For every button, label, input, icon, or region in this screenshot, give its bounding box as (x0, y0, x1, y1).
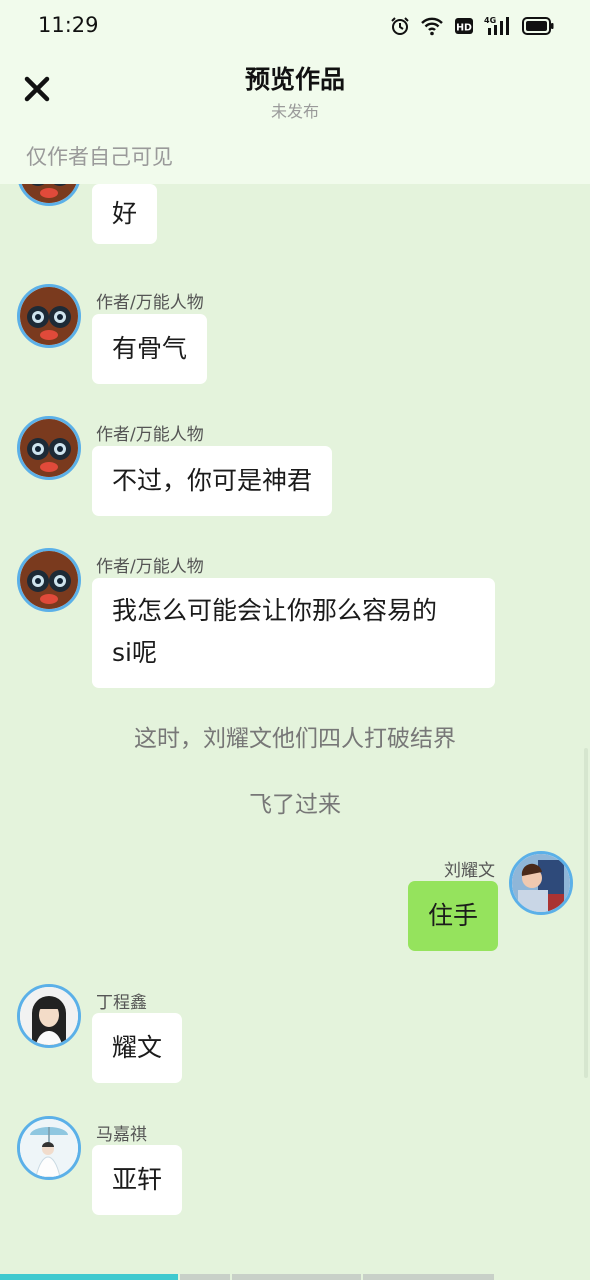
author-avatar[interactable] (17, 284, 81, 348)
sender-name: 刘耀文 (444, 861, 495, 881)
message-text: 亚轩 (112, 1165, 163, 1194)
header-bar: 11:29 HD 4G 预览作品 未发布 仅作者自己可见 (0, 0, 590, 184)
message-text-line: 我怎么可能会让你那么容易的 (112, 596, 438, 625)
progress-segment (180, 1274, 230, 1280)
character-avatar[interactable] (17, 1116, 81, 1180)
sender-name: 作者/万能人物 (96, 425, 204, 445)
wifi-icon (420, 16, 444, 36)
status-time: 11:29 (38, 13, 99, 37)
author-avatar[interactable] (17, 416, 81, 480)
alarm-icon (390, 16, 410, 36)
chat-area[interactable]: 好 作者/万能人物 有骨气 作者/万能人物 不过，你可是神君 作者/万能人物 我… (0, 184, 590, 1280)
author-avatar[interactable] (17, 548, 81, 612)
message-bubble: 我怎么可能会让你那么容易的 si呢 (92, 578, 495, 688)
narration-text: 这时，刘耀文他们四人打破结界 (134, 726, 456, 752)
svg-text:4G: 4G (484, 16, 496, 25)
message-text: 耀文 (112, 1033, 163, 1062)
message-text: 住手 (427, 901, 478, 930)
sender-name: 作者/万能人物 (96, 293, 204, 313)
message-text: 好 (112, 199, 138, 228)
battery-icon (522, 17, 554, 35)
hd-icon: HD (454, 16, 474, 36)
sender-name: 作者/万能人物 (96, 557, 204, 577)
character-avatar[interactable] (17, 984, 81, 1048)
character-avatar[interactable] (509, 851, 573, 915)
message-bubble: 有骨气 (92, 314, 208, 384)
status-icons: HD 4G (390, 14, 554, 38)
narration-text: 飞了过来 (249, 792, 341, 818)
message-bubble: 好 (92, 184, 158, 244)
sender-name: 马嘉祺 (96, 1125, 147, 1145)
message-bubble: 耀文 (92, 1013, 183, 1083)
message-bubble: 不过，你可是神君 (92, 446, 333, 516)
publish-status: 未发布 (270, 102, 319, 121)
message-text: 有骨气 (112, 334, 188, 363)
message-text: 不过，你可是神君 (112, 466, 313, 495)
scrollbar[interactable] (584, 748, 588, 1078)
visibility-note: 仅作者自己可见 (26, 145, 173, 169)
progress-segment (232, 1274, 361, 1280)
signal-icon: 4G (484, 15, 512, 37)
playback-progress-bar[interactable] (0, 1274, 590, 1280)
progress-filled (0, 1274, 178, 1280)
message-bubble: 住手 (407, 881, 498, 951)
status-bar: 11:29 HD 4G (0, 0, 590, 52)
svg-text:HD: HD (456, 23, 472, 34)
page-title: 预览作品 (244, 65, 345, 94)
author-avatar[interactable] (17, 184, 81, 206)
message-text-line: si呢 (112, 638, 157, 667)
progress-segment (363, 1274, 494, 1280)
message-bubble: 亚轩 (92, 1145, 183, 1215)
sender-name: 丁程鑫 (96, 993, 147, 1013)
